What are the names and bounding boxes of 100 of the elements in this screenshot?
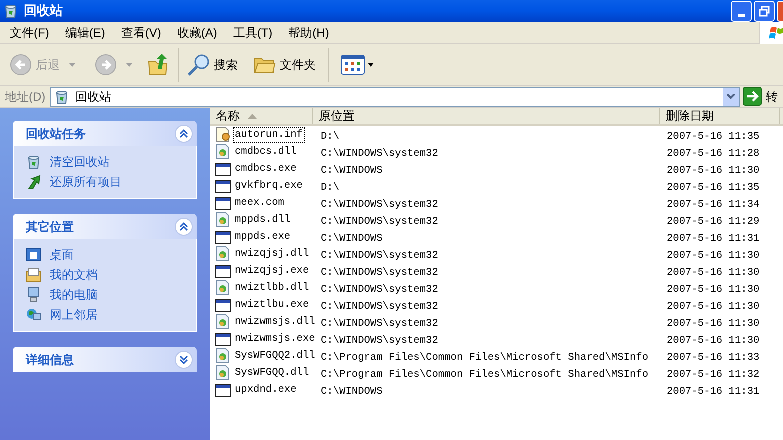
restore-icon bbox=[759, 6, 770, 16]
original-location: C:\Program Files\Common Files\Microsoft Shared\MSInfo bbox=[321, 368, 648, 380]
original-location: C:\WINDOWS\system32 bbox=[321, 148, 438, 160]
program-window-icon bbox=[215, 296, 231, 312]
file-name[interactable]: mppds.dll bbox=[233, 212, 293, 228]
settings-file-icon bbox=[215, 364, 231, 380]
file-name[interactable]: nwiztlbu.exe bbox=[233, 296, 312, 312]
file-name[interactable]: autorun.inf bbox=[233, 126, 305, 142]
dropdown-caret-icon bbox=[368, 62, 374, 66]
deleted-date: 2007-5-16 11:33 bbox=[667, 352, 760, 364]
view-grid-icon bbox=[341, 54, 365, 74]
deleted-date: 2007-5-16 11:30 bbox=[667, 300, 760, 312]
program-window-icon bbox=[215, 330, 231, 346]
search-icon bbox=[187, 54, 211, 76]
task-link[interactable]: 桌面 bbox=[26, 247, 184, 263]
file-name[interactable]: SysWFGQQ.dll bbox=[233, 364, 312, 380]
desktop-icon bbox=[26, 247, 42, 263]
program-window-icon bbox=[215, 194, 231, 210]
file-name[interactable]: SysWFGQQ2.dll bbox=[233, 348, 318, 364]
file-name[interactable]: mppds.exe bbox=[233, 228, 293, 244]
address-field[interactable]: 回收站 bbox=[50, 86, 740, 106]
deleted-date: 2007-5-16 11:35 bbox=[667, 130, 760, 142]
deleted-date: 2007-5-16 11:31 bbox=[667, 386, 760, 398]
go-button[interactable]: 转 bbox=[743, 87, 783, 106]
restore-button[interactable] bbox=[754, 0, 775, 22]
original-location: C:\WINDOWS\system32 bbox=[321, 216, 438, 228]
original-location: C:\WINDOWS\system32 bbox=[321, 300, 438, 312]
deleted-date: 2007-5-16 11:32 bbox=[667, 368, 760, 380]
menu-item[interactable]: 编辑(E) bbox=[58, 24, 112, 42]
expand-chevron-icon[interactable] bbox=[175, 350, 193, 368]
close-button[interactable] bbox=[777, 0, 783, 22]
file-name[interactable]: gvkfbrq.exe bbox=[233, 178, 305, 194]
computer-icon bbox=[26, 287, 42, 303]
deleted-date: 2007-5-16 11:28 bbox=[667, 148, 760, 160]
column-header[interactable]: 删除日期 bbox=[660, 108, 780, 124]
program-window-icon bbox=[215, 178, 231, 194]
column-header[interactable]: 原位置 bbox=[313, 108, 660, 124]
recycle-bin-icon bbox=[54, 88, 70, 104]
task-link[interactable]: 网上邻居 bbox=[26, 307, 184, 323]
deleted-date: 2007-5-16 11:30 bbox=[667, 164, 760, 176]
deleted-date: 2007-5-16 11:30 bbox=[667, 250, 760, 262]
menu-item[interactable]: 帮助(H) bbox=[282, 24, 336, 42]
file-name[interactable]: meex.com bbox=[233, 194, 286, 210]
window-title: 回收站 bbox=[24, 2, 63, 20]
file-name[interactable]: cmdbcs.dll bbox=[233, 144, 299, 160]
file-name[interactable]: nwizwmsjs.exe bbox=[233, 330, 318, 346]
minimize-button[interactable] bbox=[731, 0, 752, 22]
document-folder-icon bbox=[26, 267, 42, 283]
program-window-icon bbox=[215, 262, 231, 278]
program-window-icon bbox=[215, 382, 231, 398]
column-header[interactable]: 名称 bbox=[210, 108, 313, 124]
setup-file-icon bbox=[215, 126, 231, 142]
original-location: D:\ bbox=[321, 182, 340, 194]
program-window-icon bbox=[215, 160, 231, 176]
deleted-date: 2007-5-16 11:30 bbox=[667, 266, 760, 278]
original-location: C:\WINDOWS bbox=[321, 232, 383, 244]
settings-file-icon bbox=[215, 348, 231, 364]
file-name[interactable]: cmdbcs.exe bbox=[233, 160, 299, 176]
panel-header[interactable]: 其它位置 bbox=[13, 214, 197, 239]
deleted-date: 2007-5-16 11:31 bbox=[667, 232, 760, 244]
original-location: C:\WINDOWS\system32 bbox=[321, 334, 438, 346]
settings-file-icon bbox=[215, 246, 231, 262]
recycle-bin-icon bbox=[26, 154, 42, 170]
task-link[interactable]: 还原所有项目 bbox=[26, 174, 184, 190]
task-link[interactable]: 我的文档 bbox=[26, 267, 184, 283]
address-label: 地址(D) bbox=[5, 88, 46, 106]
menu-item[interactable]: 查看(V) bbox=[114, 24, 168, 42]
settings-file-icon bbox=[215, 280, 231, 296]
menu-item[interactable]: 文件(F) bbox=[3, 24, 56, 42]
file-name[interactable]: upxdnd.exe bbox=[233, 382, 299, 398]
folder-up-arrow-icon bbox=[148, 54, 168, 76]
panel-title: 回收站任务 bbox=[26, 126, 87, 142]
deleted-date: 2007-5-16 11:29 bbox=[667, 216, 760, 228]
recycle-bin-icon bbox=[3, 3, 19, 19]
file-name[interactable]: nwizqjsj.exe bbox=[233, 262, 312, 278]
collapse-chevron-icon[interactable] bbox=[175, 124, 193, 142]
settings-file-icon bbox=[215, 144, 231, 160]
deleted-date: 2007-5-16 11:35 bbox=[667, 182, 760, 194]
windows-logo-icon bbox=[769, 24, 783, 40]
panel-header[interactable]: 回收站任务 bbox=[13, 121, 197, 146]
search-button[interactable]: 搜索 bbox=[185, 48, 240, 82]
file-name[interactable]: nwiztlbb.dll bbox=[233, 280, 312, 296]
settings-file-icon bbox=[215, 212, 231, 228]
file-name[interactable]: nwizwmsjs.dll bbox=[233, 314, 318, 330]
task-link[interactable]: 清空回收站 bbox=[26, 154, 184, 170]
collapse-chevron-icon[interactable] bbox=[175, 218, 193, 236]
menu-item[interactable]: 收藏(A) bbox=[170, 24, 224, 42]
original-location: C:\WINDOWS\system32 bbox=[321, 318, 438, 330]
panel-title: 其它位置 bbox=[26, 218, 75, 236]
panel-header[interactable]: 详细信息 bbox=[13, 347, 197, 372]
original-location: C:\Program Files\Common Files\Microsoft Shared\MSInfo bbox=[321, 352, 648, 364]
program-window-icon bbox=[215, 228, 231, 244]
original-location: C:\WINDOWS\system32 bbox=[321, 250, 438, 262]
original-location: D:\ bbox=[321, 130, 340, 142]
file-name[interactable]: nwizqjsj.dll bbox=[233, 246, 312, 262]
settings-file-icon bbox=[215, 314, 231, 330]
original-location: C:\WINDOWS\system32 bbox=[321, 198, 438, 210]
menu-item[interactable]: 工具(T) bbox=[226, 24, 280, 42]
task-link[interactable]: 我的电脑 bbox=[26, 287, 184, 303]
folders-button[interactable]: 文件夹 bbox=[252, 48, 318, 82]
